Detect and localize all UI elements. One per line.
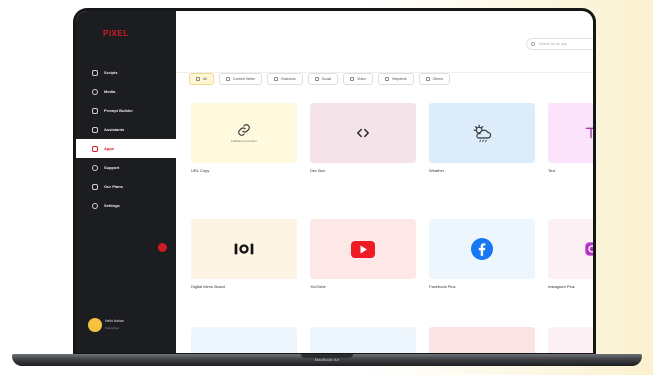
- apps-grid: Fallback Generator URL Copy Dev Box Weat…: [191, 103, 593, 353]
- text-icon: [585, 127, 593, 139]
- user-name: Hello Adrian: [105, 319, 124, 323]
- sidebar-item-label: Settings: [104, 203, 120, 208]
- app-title: Text: [548, 168, 556, 173]
- filter-label: Others: [432, 77, 444, 81]
- search-placeholder: Search for an app: [539, 42, 567, 46]
- filter-label: Business: [281, 77, 296, 81]
- filter-video[interactable]: Video: [343, 73, 374, 85]
- category-filters: All Content Writer Business Social Video…: [189, 73, 451, 87]
- app-title: YouTube: [310, 284, 326, 289]
- filter-label: Social: [321, 77, 332, 81]
- filter-label: Content Writer: [232, 77, 256, 81]
- gear-icon: [92, 202, 98, 209]
- notification-dot-icon[interactable]: [158, 243, 167, 252]
- filter-social[interactable]: Social: [307, 73, 339, 85]
- app-title: URL Copy: [191, 168, 210, 173]
- others-icon: [425, 77, 430, 81]
- app-title: Digital Menu Board: [191, 284, 226, 289]
- search-input[interactable]: Search for an app: [526, 38, 593, 50]
- avatar: [88, 318, 102, 332]
- briefcase-icon: [274, 77, 279, 81]
- assistant-icon: [92, 126, 98, 133]
- instagram-icon: [585, 242, 593, 256]
- app-thumbnail: [548, 103, 593, 163]
- pen-icon: [225, 77, 230, 81]
- sidebar-item-assistants[interactable]: Assistants: [76, 120, 176, 139]
- youtube-icon: [351, 240, 375, 258]
- sidebar-nav: Scripts Media Prompt Builder Assistants …: [76, 63, 176, 215]
- helpdesk-icon: [385, 77, 390, 81]
- app-thumbnail: [191, 327, 297, 353]
- brand-logo[interactable]: PIXEL: [103, 29, 129, 38]
- filter-label: Helpdesk: [392, 77, 407, 81]
- app-thumbnail: [310, 103, 416, 163]
- app-screen: PIXEL Scripts Media Prompt Builder Assis…: [76, 11, 593, 353]
- app-thumbnail: Fallback Generator: [191, 103, 297, 163]
- search-icon: [531, 42, 535, 46]
- grid-icon: [196, 77, 200, 81]
- sidebar-item-label: Our Plans: [104, 184, 123, 189]
- filter-content-writer[interactable]: Content Writer: [218, 73, 263, 85]
- user-profile[interactable]: Hello Adrian Subscriber: [88, 317, 174, 333]
- filter-label: All: [203, 77, 207, 81]
- sidebar-item-prompt-builder[interactable]: Prompt Builder: [76, 101, 176, 120]
- sidebar-item-label: Scripts: [104, 70, 118, 75]
- sidebar-item-support[interactable]: Support: [76, 158, 176, 177]
- app-thumbnail: [548, 219, 593, 279]
- weather-icon: [473, 124, 492, 142]
- prompt-icon: [92, 107, 98, 114]
- sidebar-item-our-plans[interactable]: Our Plans: [76, 177, 176, 196]
- app-title: Instagram Plus: [548, 284, 575, 289]
- filter-others[interactable]: Others: [418, 73, 451, 85]
- facebook-icon: [471, 238, 493, 260]
- app-title: Dev Box: [310, 168, 326, 173]
- app-title: Weather: [429, 168, 445, 173]
- apps-icon: [92, 145, 98, 152]
- top-bar: Search for an app: [176, 11, 593, 73]
- filter-label: Video: [357, 77, 367, 81]
- media-icon: [92, 88, 98, 95]
- app-thumbnail: [310, 219, 416, 279]
- plans-icon: [92, 183, 98, 190]
- sidebar-item-label: Prompt Builder: [104, 108, 133, 113]
- sidebar-item-label: Assistants: [104, 127, 125, 132]
- sidebar-item-apps[interactable]: Apps: [76, 139, 176, 158]
- laptop-frame: PIXEL Scripts Media Prompt Builder Assis…: [73, 8, 596, 358]
- app-thumbnail: [429, 103, 535, 163]
- social-icon: [314, 77, 319, 81]
- sidebar-item-scripts[interactable]: Scripts: [76, 63, 176, 82]
- app-thumbnail: [429, 327, 535, 353]
- sidebar-item-settings[interactable]: Settings: [76, 196, 176, 215]
- sidebar-item-label: Media: [104, 89, 116, 94]
- app-thumbnail: [191, 219, 297, 279]
- filter-all[interactable]: All: [189, 73, 214, 85]
- menu-board-icon: [234, 243, 254, 255]
- laptop-label: MacBook Air: [314, 357, 340, 362]
- support-icon: [92, 164, 98, 171]
- app-title: Facebook Plus: [429, 284, 456, 289]
- filter-business[interactable]: Business: [267, 73, 303, 85]
- code-icon: [357, 128, 369, 138]
- user-role: Subscriber: [105, 326, 120, 330]
- app-thumb-subtitle: Fallback Generator: [231, 139, 257, 143]
- app-thumbnail: [310, 327, 416, 353]
- link-icon: [238, 124, 250, 136]
- sidebar-item-label: Apps: [104, 146, 114, 151]
- script-icon: [92, 69, 98, 76]
- sidebar-item-media[interactable]: Media: [76, 82, 176, 101]
- sidebar-item-label: Support: [104, 165, 120, 170]
- filter-helpdesk[interactable]: Helpdesk: [378, 73, 414, 85]
- video-icon: [350, 77, 355, 81]
- app-thumbnail: [548, 327, 593, 353]
- app-thumbnail: [429, 219, 535, 279]
- sidebar: PIXEL Scripts Media Prompt Builder Assis…: [76, 11, 176, 353]
- laptop-base: MacBook Air: [12, 354, 642, 366]
